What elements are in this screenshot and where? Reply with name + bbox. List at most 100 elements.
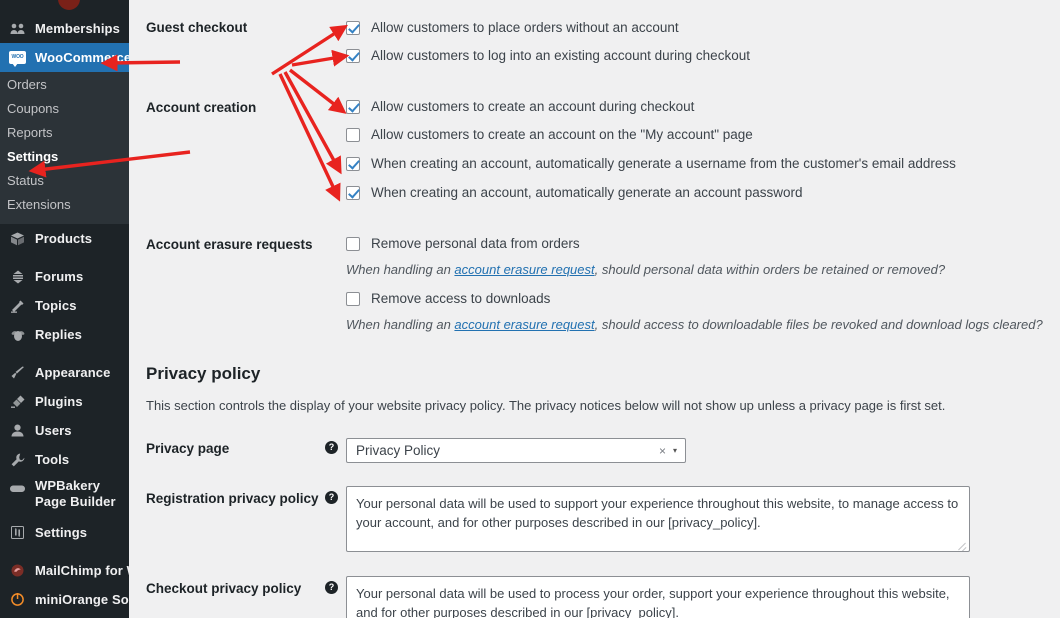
account-erasure-label: Account erasure requests (146, 237, 313, 252)
sidebar-subitem-reports[interactable]: Reports (0, 121, 129, 145)
appearance-icon (7, 364, 28, 382)
registration-privacy-policy-textarea[interactable]: Your personal data will be used to suppo… (346, 486, 970, 552)
settings-icon (7, 524, 28, 542)
sidebar-item-woocommerce[interactable]: WOO WooCommerce (0, 43, 129, 72)
checkbox-label: Remove personal data from orders (371, 236, 580, 251)
sidebar-item-appearance[interactable]: Appearance (0, 358, 129, 387)
sidebar-item-label: MailChimp for WP (35, 563, 129, 578)
sidebar-item-label: Appearance (35, 365, 111, 380)
admin-sidebar: Memberships WOO WooCommerce Orders Coupo… (0, 0, 129, 618)
products-icon (7, 230, 28, 248)
sidebar-item-label: Replies (35, 327, 82, 342)
help-icon-registration-policy[interactable]: ? (325, 491, 338, 504)
forums-icon (7, 268, 28, 286)
sidebar-item-settings[interactable]: Settings (0, 518, 129, 547)
sidebar-item-label: miniOrange Social (35, 592, 129, 607)
checkout-privacy-policy-textarea[interactable]: Your personal data will be used to proce… (346, 576, 970, 618)
sidebar-item-wpbakery-page-builder[interactable]: WPBakery Page Builder (0, 474, 129, 518)
sidebar-subitem-extensions[interactable]: Extensions (0, 193, 129, 217)
memberships-icon (7, 20, 28, 38)
woocommerce-icon: WOO (7, 49, 28, 67)
wordpress-admin-screen: Memberships WOO WooCommerce Orders Coupo… (0, 0, 1060, 618)
privacy-policy-description: This section controls the display of you… (146, 398, 946, 413)
checkbox-allow-login-during-checkout[interactable] (346, 49, 360, 63)
checkbox-label: Allow customers to place orders without … (371, 20, 679, 35)
sidebar-item-miniorange-social[interactable]: miniOrange Social (0, 585, 129, 614)
woocommerce-submenu: Orders Coupons Reports Settings Status E… (0, 72, 129, 224)
checkbox-create-account-during-checkout[interactable] (346, 100, 360, 114)
checkbox-row-guest-orders[interactable]: Allow customers to place orders without … (346, 20, 679, 35)
wpbakery-icon (7, 479, 28, 497)
sidebar-item-memberships[interactable]: Memberships (0, 14, 129, 43)
sidebar-subitem-orders[interactable]: Orders (0, 73, 129, 97)
sidebar-item-label: Plugins (35, 394, 83, 409)
account-erasure-request-link[interactable]: account erasure request (454, 317, 594, 332)
sidebar-item-forums[interactable]: Forums (0, 262, 129, 291)
sidebar-divider (0, 253, 129, 262)
textarea-value: Your personal data will be used to proce… (356, 586, 950, 618)
checkbox-row-generate-password[interactable]: When creating an account, automatically … (346, 185, 803, 200)
sidebar-divider (0, 547, 129, 556)
checkbox-label: Allow customers to create an account on … (371, 127, 753, 142)
erasure-description-downloads: When handling an account erasure request… (346, 317, 1043, 332)
sidebar-item-users[interactable]: Users (0, 416, 129, 445)
privacy-page-label: Privacy page (146, 441, 230, 456)
checkbox-allow-guest-orders[interactable] (346, 21, 360, 35)
checkbox-label: Remove access to downloads (371, 291, 551, 306)
sidebar-subitem-settings[interactable]: Settings (0, 145, 129, 169)
checkbox-label: When creating an account, automatically … (371, 156, 956, 171)
sidebar-item-tools[interactable]: Tools (0, 445, 129, 474)
erasure-description-orders: When handling an account erasure request… (346, 262, 945, 277)
registration-privacy-policy-label: Registration privacy policy (146, 491, 319, 506)
desc-suffix: , should personal data within orders be … (594, 262, 946, 277)
sidebar-item-label: Forums (35, 269, 84, 284)
desc-prefix: When handling an (346, 317, 455, 332)
resize-handle-icon[interactable] (956, 539, 967, 550)
sidebar-item-topics[interactable]: Topics (0, 291, 129, 320)
help-icon-checkout-policy[interactable]: ? (325, 581, 338, 594)
checkbox-row-remove-download-access[interactable]: Remove access to downloads (346, 291, 550, 306)
sidebar-item-label: WPBakery Page Builder (35, 478, 116, 509)
privacy-page-selected-value: Privacy Policy (356, 443, 441, 458)
sidebar-item-mailchimp-for-wp[interactable]: MailChimp for WP (0, 556, 129, 585)
sidebar-item-label: Topics (35, 298, 77, 313)
clear-selection-icon[interactable]: × (659, 444, 673, 458)
checkbox-row-generate-username[interactable]: When creating an account, automatically … (346, 156, 956, 171)
account-erasure-request-link[interactable]: account erasure request (454, 262, 594, 277)
settings-content: Guest checkout Allow customers to place … (129, 0, 1060, 618)
tools-icon (7, 451, 28, 469)
checkbox-remove-personal-data-from-orders[interactable] (346, 237, 360, 251)
checkbox-label: Allow customers to create an account dur… (371, 99, 695, 114)
sidebar-subitem-status[interactable]: Status (0, 169, 129, 193)
checkbox-row-guest-login[interactable]: Allow customers to log into an existing … (346, 48, 750, 63)
sidebar-item-label: Settings (35, 525, 88, 540)
users-icon (7, 422, 28, 440)
sidebar-subitem-coupons[interactable]: Coupons (0, 97, 129, 121)
plugins-icon (7, 393, 28, 411)
sidebar-item-label: WooCommerce (35, 50, 129, 65)
desc-prefix: When handling an (346, 262, 455, 277)
checkbox-auto-generate-username[interactable] (346, 157, 360, 171)
miniorange-icon (7, 591, 28, 609)
sidebar-item-plugins[interactable]: Plugins (0, 387, 129, 416)
checkbox-row-create-account-my-account[interactable]: Allow customers to create an account on … (346, 127, 753, 142)
sidebar-item-replies[interactable]: Replies (0, 320, 129, 349)
privacy-page-select[interactable]: Privacy Policy × ▾ (346, 438, 686, 463)
help-icon-privacy-page[interactable]: ? (325, 441, 338, 454)
guest-checkout-label: Guest checkout (146, 20, 248, 35)
sidebar-item-products[interactable]: Products (0, 224, 129, 253)
account-creation-label: Account creation (146, 100, 257, 115)
checkbox-auto-generate-password[interactable] (346, 186, 360, 200)
checkbox-label: Allow customers to log into an existing … (371, 48, 750, 63)
chevron-down-icon[interactable]: ▾ (673, 446, 685, 455)
checkbox-create-account-my-account-page[interactable] (346, 128, 360, 142)
mailchimp-icon (7, 562, 28, 580)
sidebar-item-label: Users (35, 423, 72, 438)
textarea-value: Your personal data will be used to suppo… (356, 496, 959, 530)
sidebar-divider (0, 349, 129, 358)
checkbox-remove-access-to-downloads[interactable] (346, 292, 360, 306)
checkbox-row-remove-personal-data[interactable]: Remove personal data from orders (346, 236, 580, 251)
checkbox-row-create-account-checkout[interactable]: Allow customers to create an account dur… (346, 99, 694, 114)
sidebar-item-label: Tools (35, 452, 70, 467)
sidebar-item-label: Memberships (35, 21, 120, 36)
